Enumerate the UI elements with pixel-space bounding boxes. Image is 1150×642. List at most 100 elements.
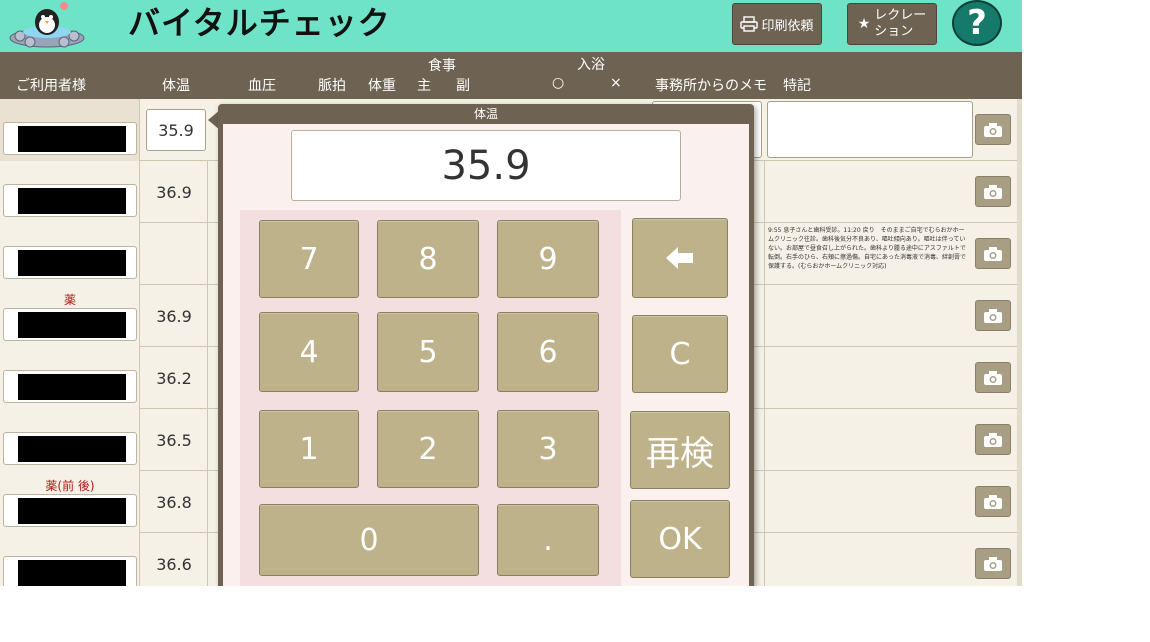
user-name-cell xyxy=(0,161,140,223)
notes-cell[interactable] xyxy=(764,471,968,533)
camera-button[interactable] xyxy=(975,486,1011,517)
user-name-cell xyxy=(0,223,140,285)
notes-cell[interactable] xyxy=(764,161,968,223)
user-name-cell xyxy=(0,533,140,586)
row-edge xyxy=(1017,285,1022,347)
redacted-name xyxy=(18,250,126,276)
temperature-keypad-popup: 体温 35.9 7 8 9 4 5 6 1 2 3 0 . C 再検 OK xyxy=(218,104,754,586)
recreation-button[interactable]: ★ レクレー ション xyxy=(847,3,937,45)
camera-icon xyxy=(984,122,1002,137)
camera-icon xyxy=(984,494,1002,509)
temperature-input[interactable]: 35.9 xyxy=(146,109,206,151)
key-decimal[interactable]: . xyxy=(497,504,599,576)
col-meal: 食事 xyxy=(428,58,456,74)
backspace-button[interactable] xyxy=(632,218,728,298)
redacted-name xyxy=(18,188,126,214)
user-name-button[interactable] xyxy=(3,556,137,586)
row-edge xyxy=(1017,99,1022,161)
key-6[interactable]: 6 xyxy=(497,312,599,392)
camera-button[interactable] xyxy=(975,362,1011,393)
user-name-button[interactable] xyxy=(3,370,137,403)
temperature-cell[interactable]: 36.6 xyxy=(141,533,208,586)
camera-icon xyxy=(984,556,1002,571)
col-bath-yes: ○ xyxy=(552,75,565,91)
key-4[interactable]: 4 xyxy=(259,312,359,392)
row-edge xyxy=(1017,471,1022,533)
redacted-name xyxy=(18,126,126,152)
row-edge xyxy=(1017,161,1022,223)
key-8[interactable]: 8 xyxy=(377,220,479,298)
keypad-title: 体温 xyxy=(473,107,498,121)
notes-cell[interactable] xyxy=(764,409,968,471)
user-name-button[interactable] xyxy=(3,122,137,155)
user-name-button[interactable] xyxy=(3,432,137,465)
col-user: ご利用者様 xyxy=(16,78,86,94)
camera-icon xyxy=(984,370,1002,385)
temperature-cell[interactable]: 36.5 xyxy=(141,409,208,471)
camera-button[interactable] xyxy=(975,176,1011,207)
row-edge xyxy=(1017,409,1022,471)
notes-field[interactable] xyxy=(767,101,973,158)
col-memo: 事務所からのメモ xyxy=(655,78,767,94)
temperature-cell[interactable]: 36.9 xyxy=(141,161,208,223)
print-request-button[interactable]: 印刷依頼 xyxy=(732,3,822,45)
user-name-button[interactable] xyxy=(3,308,137,341)
col-meal-side: 副 xyxy=(456,78,470,94)
app-window: バイタルチェック 印刷依頼 ★ レクレー ション ? ご利用者様 体温 血圧 脈… xyxy=(0,0,1022,586)
star-icon: ★ xyxy=(857,16,871,32)
camera-button[interactable] xyxy=(975,114,1011,145)
temperature-cell[interactable]: 36.9 xyxy=(141,285,208,347)
key-9[interactable]: 9 xyxy=(497,220,599,298)
header-bar: バイタルチェック 印刷依頼 ★ レクレー ション ? xyxy=(0,0,1022,52)
page-title: バイタルチェック xyxy=(128,4,391,42)
notes-cell[interactable] xyxy=(764,285,968,347)
temperature-cell[interactable] xyxy=(141,223,208,285)
recheck-button[interactable]: 再検 xyxy=(630,411,730,489)
row-edge xyxy=(1017,533,1022,586)
help-button[interactable]: ? xyxy=(952,0,1002,46)
medicine-tag: 薬 xyxy=(63,293,76,307)
notes-cell[interactable] xyxy=(764,347,968,409)
backspace-arrow-icon xyxy=(666,247,693,269)
redacted-name xyxy=(18,436,126,462)
key-1[interactable]: 1 xyxy=(259,410,359,488)
camera-button[interactable] xyxy=(975,300,1011,331)
print-request-label: 印刷依頼 xyxy=(761,18,814,34)
col-bath-no: × xyxy=(610,75,622,91)
penguin-onsen-logo xyxy=(9,2,85,48)
notes-cell[interactable] xyxy=(764,533,968,586)
key-0[interactable]: 0 xyxy=(259,504,479,576)
user-name-cell xyxy=(0,99,140,161)
user-name-button[interactable] xyxy=(3,184,137,217)
user-name-button[interactable] xyxy=(3,494,137,527)
ok-button[interactable]: OK xyxy=(630,500,730,578)
help-label: ? xyxy=(967,3,987,43)
camera-button[interactable] xyxy=(975,424,1011,455)
key-7[interactable]: 7 xyxy=(259,220,359,298)
key-5[interactable]: 5 xyxy=(377,312,479,392)
user-name-cell: 薬 xyxy=(0,285,140,347)
camera-button[interactable] xyxy=(975,238,1011,269)
col-meal-main: 主 xyxy=(417,78,431,94)
redacted-name xyxy=(18,498,126,524)
clear-button[interactable]: C xyxy=(632,315,728,393)
recreation-label-line1: レクレー xyxy=(874,8,927,23)
temperature-cell[interactable]: 36.8 xyxy=(141,471,208,533)
redacted-name xyxy=(18,374,126,400)
row-edge xyxy=(1017,347,1022,409)
key-2[interactable]: 2 xyxy=(377,410,479,488)
keypad-display: 35.9 xyxy=(291,130,681,201)
user-name-cell xyxy=(0,409,140,471)
col-temp: 体温 xyxy=(162,78,190,94)
user-name-cell: 薬(前 後) xyxy=(0,471,140,533)
key-3[interactable]: 3 xyxy=(497,410,599,488)
camera-button[interactable] xyxy=(975,548,1011,579)
printer-icon xyxy=(740,16,759,32)
temperature-cell[interactable]: 36.2 xyxy=(141,347,208,409)
camera-icon xyxy=(984,308,1002,323)
col-pulse: 脈拍 xyxy=(318,78,346,94)
user-name-button[interactable] xyxy=(3,246,137,279)
notes-cell[interactable]: 9:55 息子さんと歯科受診。11:20 戻り そのままご自宅でむらおかホームク… xyxy=(764,223,968,285)
keypad-body: 35.9 7 8 9 4 5 6 1 2 3 0 . C 再検 OK xyxy=(223,124,749,586)
col-notes: 特記 xyxy=(783,78,811,94)
